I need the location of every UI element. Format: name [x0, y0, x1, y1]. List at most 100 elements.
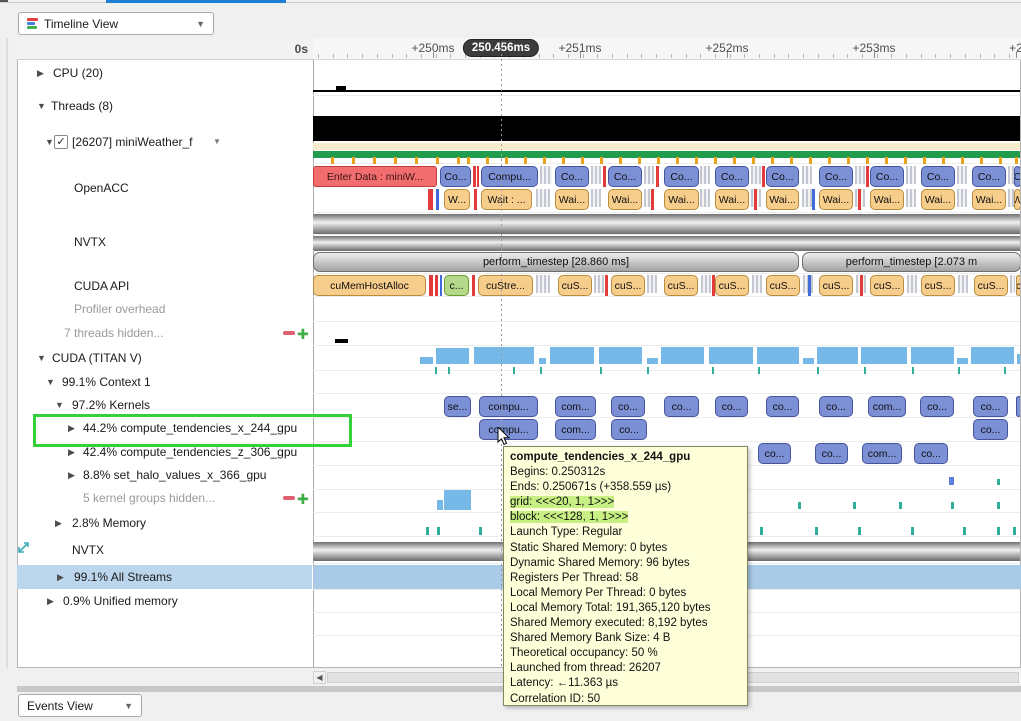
event-mark[interactable] [802, 166, 812, 184]
event-box[interactable]: co... [815, 443, 848, 464]
sidebar-item-26207-miniweather-f[interactable]: ▼✓[26207] miniWeather_f▼ [17, 132, 312, 152]
event-box[interactable]: com... [555, 396, 596, 417]
event-mark[interactable] [858, 189, 861, 210]
sidebar-item-2-8-memory[interactable]: ▶2.8% Memory [17, 513, 312, 533]
event-box[interactable]: co... [715, 396, 748, 417]
sidebar-item-nvtx[interactable]: NVTX [17, 540, 312, 560]
event-mark[interactable] [536, 189, 550, 207]
event-box[interactable]: com... [868, 396, 906, 417]
event-box[interactable]: Compu... [481, 166, 538, 187]
chevron-right-icon[interactable]: ▶ [37, 63, 44, 83]
sidebar-item-nvtx[interactable]: NVTX [17, 232, 312, 252]
chevron-right-icon[interactable]: ▶ [57, 567, 64, 587]
event-box[interactable]: com... [862, 443, 902, 464]
event-box[interactable]: co... [973, 396, 1008, 417]
sidebar-item-99-1-all-streams[interactable]: ▶99.1% All Streams [17, 567, 312, 587]
event-mark[interactable] [958, 275, 968, 293]
event-box[interactable]: Co... [766, 166, 799, 187]
event-box[interactable]: co... [920, 396, 954, 417]
event-mark[interactable] [1010, 275, 1015, 293]
event-box[interactable]: cuS... [870, 275, 904, 296]
sidebar-item-5-kernel-groups-hidden[interactable]: 5 kernel groups hidden...✚ [17, 488, 312, 508]
event-box[interactable]: C [1014, 166, 1020, 187]
chevron-down-icon[interactable]: ▼ [37, 348, 46, 368]
event-box[interactable]: Wai... [870, 189, 904, 210]
event-mark[interactable] [907, 275, 917, 293]
event-box[interactable]: Wait : ... [481, 189, 532, 210]
event-mark[interactable] [754, 189, 757, 210]
remove-row-button[interactable] [283, 496, 295, 500]
event-box[interactable]: Co... [870, 166, 904, 187]
event-box[interactable]: co... [766, 396, 799, 417]
event-mark[interactable] [808, 275, 811, 296]
sidebar-item-openacc[interactable]: OpenACC [17, 178, 312, 198]
event-mark[interactable] [647, 275, 657, 293]
remove-row-button[interactable] [283, 331, 295, 335]
sidebar-item-99-1-context-1[interactable]: ▼99.1% Context 1 [17, 372, 312, 392]
event-box[interactable]: c... [444, 275, 469, 296]
event-box[interactable]: se... [444, 396, 471, 417]
sidebar-item-profiler-overhead[interactable]: Profiler overhead [17, 299, 312, 319]
event-box[interactable]: cuS... [974, 275, 1008, 296]
chevron-down-icon[interactable]: ▼ [55, 395, 64, 415]
event-mark[interactable] [477, 166, 479, 187]
event-box[interactable]: co... [914, 443, 948, 464]
event-mark[interactable] [473, 166, 476, 187]
event-box[interactable]: cuMemHostAlloc [313, 275, 426, 296]
event-mark[interactable] [656, 166, 659, 187]
event-box[interactable]: W [1014, 189, 1020, 210]
chevron-right-icon[interactable]: ▶ [47, 591, 54, 611]
event-box[interactable]: cuS... [921, 275, 955, 296]
event-box[interactable]: Wai... [972, 189, 1006, 210]
event-mark[interactable] [1016, 396, 1020, 417]
event-mark[interactable] [591, 166, 601, 184]
event-box[interactable]: perform_timestep [28.860 ms] [313, 252, 799, 272]
event-box[interactable]: cuStre... [478, 275, 533, 296]
event-box[interactable]: Co... [608, 166, 642, 187]
event-box[interactable]: co... [973, 419, 1008, 440]
event-box[interactable]: Wai... [921, 189, 955, 210]
sidebar-item-cpu-20[interactable]: ▶CPU (20) [17, 63, 312, 83]
event-box[interactable]: co... [611, 419, 647, 440]
event-box[interactable]: com... [555, 419, 596, 440]
event-box[interactable]: Wai... [766, 189, 799, 210]
sidebar-item-0-9-unified-memory[interactable]: ▶0.9% Unified memory [17, 591, 312, 611]
event-mark[interactable] [700, 189, 710, 207]
event-mark[interactable] [700, 166, 710, 184]
event-box[interactable]: co... [758, 443, 791, 464]
event-mark[interactable] [540, 166, 552, 184]
sidebar-item-97-2-kernels[interactable]: ▼97.2% Kernels [17, 395, 312, 415]
sidebar-item-8-8-set-halo-values-x-366-gpu[interactable]: ▶8.8% set_halo_values_x_366_gpu [17, 465, 312, 485]
sidebar-item-cuda-titan-v[interactable]: ▼CUDA (TITAN V) [17, 348, 312, 368]
event-box[interactable]: Co... [555, 166, 589, 187]
event-box[interactable]: cuS... [664, 275, 698, 296]
event-box[interactable]: Co... [664, 166, 699, 187]
event-box[interactable]: cuS... [819, 275, 853, 296]
event-mark[interactable] [472, 275, 475, 296]
chevron-right-icon[interactable]: ▶ [68, 465, 75, 485]
restore-row-button[interactable]: ✚ [297, 324, 309, 344]
event-box[interactable]: Wai... [555, 189, 589, 210]
event-box[interactable]: cuS... [766, 275, 800, 296]
chevron-down-icon[interactable]: ▼ [37, 96, 46, 116]
event-mark[interactable] [866, 166, 869, 187]
event-mark[interactable] [752, 275, 762, 293]
event-mark[interactable] [436, 189, 439, 210]
event-box[interactable]: Enter Data : miniW... [313, 166, 437, 187]
chevron-down-icon[interactable]: ▼ [213, 132, 221, 152]
event-box[interactable]: cuS... [715, 275, 749, 296]
event-box[interactable]: c [1016, 275, 1020, 296]
restore-row-button[interactable]: ✚ [297, 489, 309, 509]
event-box[interactable]: co... [819, 396, 853, 417]
event-mark[interactable] [594, 275, 604, 293]
event-mark[interactable] [605, 275, 608, 296]
event-mark[interactable] [751, 166, 761, 184]
event-mark[interactable] [644, 166, 654, 184]
event-mark[interactable] [603, 166, 606, 187]
event-box[interactable]: Wai... [664, 189, 699, 210]
sidebar-item-cuda-api[interactable]: CUDA API [17, 276, 312, 296]
event-box[interactable]: cuS... [611, 275, 645, 296]
event-mark[interactable] [906, 189, 916, 207]
event-box[interactable]: Co... [972, 166, 1006, 187]
event-box[interactable]: co... [611, 396, 645, 417]
